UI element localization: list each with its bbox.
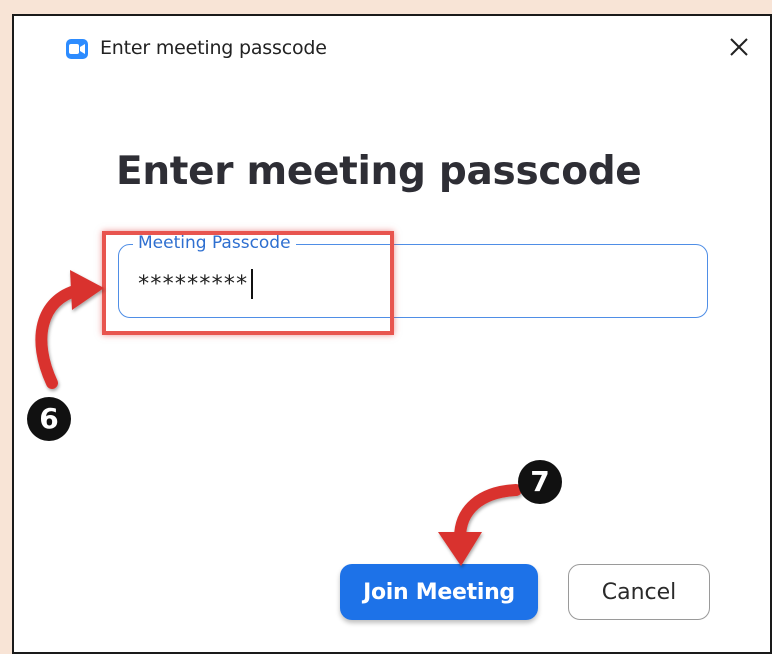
- annotation-arrows: [35, 270, 522, 566]
- step-7-badge: 7: [518, 460, 562, 504]
- step-6-badge: 6: [27, 397, 71, 441]
- step-6-arrow: [35, 270, 104, 389]
- step-7-arrow: [438, 484, 522, 566]
